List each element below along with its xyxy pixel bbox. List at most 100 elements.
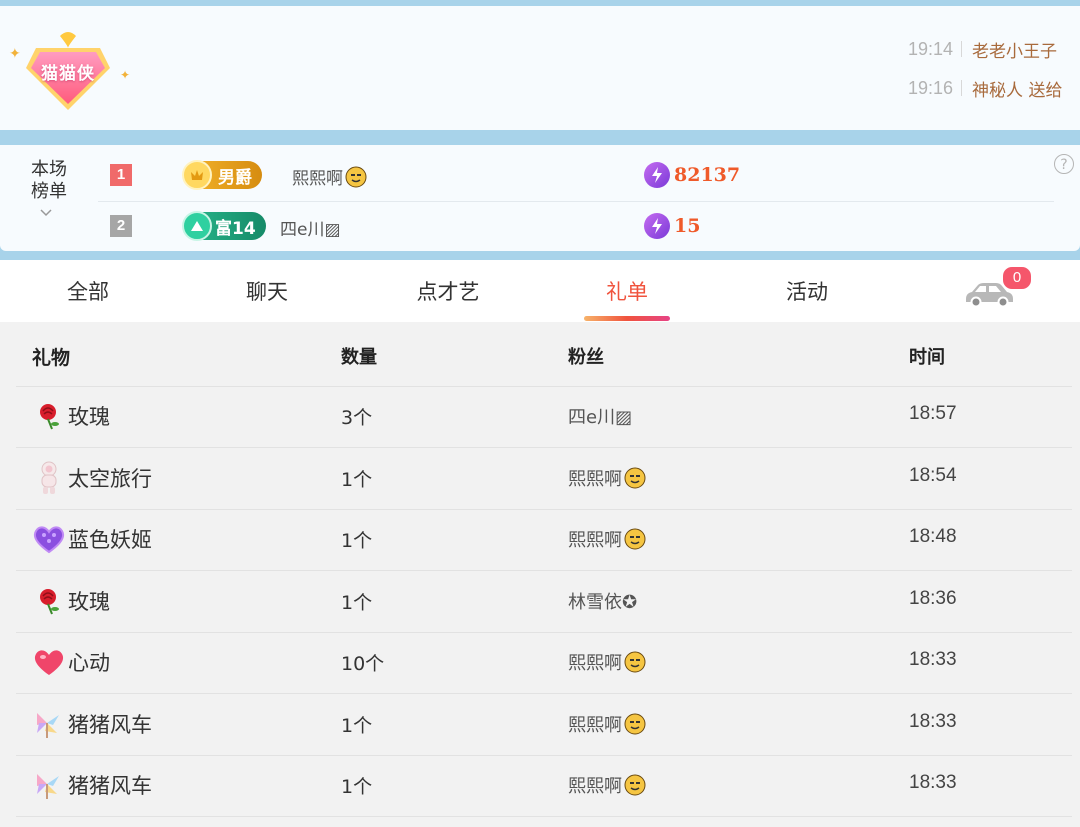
gift-cell: 太空旅行 [16,461,152,495]
separator [961,41,963,57]
fan-name-text: 熙熙啊 [568,468,622,490]
gift-cell: 猪猪风车 [16,707,152,741]
gift-quantity: 3个 [341,407,373,429]
guard-badge[interactable]: 猫猫侠 [20,30,116,114]
gift-quantity: 1个 [341,468,373,491]
column-header-time: 时间 [909,347,945,368]
emoji-face-icon [624,651,646,673]
user-name[interactable]: 四e川▨ [280,215,341,240]
table-header: 礼物 数量 粉丝 时间 [16,322,1072,387]
gift-list: 礼物 数量 粉丝 时间 玫瑰 3个 四e川▨ 18:57 太空旅行 1个 熙熙啊 18:54 蓝… [0,322,1080,827]
gift-name: 玫瑰 [68,589,110,614]
fan-name[interactable]: 熙熙啊 [568,526,646,552]
banner-body: ✦ ✦ 猫猫侠 19:14 老老小王子 19:16 神秘人 送给 [0,6,1080,130]
fan-name-text: 熙熙啊 [568,653,622,674]
astronaut-icon [32,461,66,495]
ranking-row[interactable]: 2 富14 四e川▨ 15 [0,210,1080,244]
table-row[interactable]: 玫瑰 3个 四e川▨ 18:57 [16,386,1072,448]
tab-talent[interactable]: 点才艺 [388,276,508,306]
table-row[interactable]: 猪猪风车 1个 熙熙啊 18:33 [16,694,1072,756]
rank-number: 1 [110,164,132,186]
top-banner: ✦ ✦ 猫猫侠 19:14 老老小王子 19:16 神秘人 送给 [0,0,1080,145]
gift-quantity: 10个 [341,653,385,675]
user-name[interactable]: 熙熙啊 [292,164,367,189]
pinwheel-icon [32,707,66,741]
gift-cell: 玫瑰 [16,399,110,433]
noble-label: 男爵 [218,167,252,188]
chat-message[interactable]: 19:14 老老小王子 [908,34,1057,64]
ranking-panel: 本场榜单 ? 1 男爵 熙熙啊 82137 2 富14 四e川▨ 15 [0,145,1080,251]
gift-time: 18:33 [909,772,957,793]
user-name-text: 四e川▨ [280,220,341,240]
tab-all[interactable]: 全部 [28,276,148,306]
gift-name: 猪猪风车 [68,712,152,737]
gift-name: 猪猪风车 [68,774,152,798]
gift-quantity: 1个 [341,591,373,614]
gift-cell: 猪猪风车 [16,768,152,802]
table-row[interactable]: 玫瑰 1个 林雪依✪ 18:36 [16,571,1072,633]
bolt-icon [644,213,670,239]
score-value: 15 [674,215,701,237]
fan-name[interactable]: 熙熙啊 [568,649,646,675]
fan-name[interactable]: 四e川▨ [568,403,632,429]
rose-icon [32,584,66,618]
rank-number: 2 [110,215,132,237]
gift-cell: 玫瑰 [16,584,110,618]
car-count-badge: 0 [1001,265,1033,291]
message-time: 19:16 [908,77,954,98]
wealth-label: 富14 [215,218,256,239]
badge-label: 猫猫侠 [41,64,95,84]
rose-icon [32,399,66,433]
gift-time: 18:33 [909,649,957,670]
score: 82137 [644,162,740,188]
tab-activity[interactable]: 活动 [747,276,867,306]
fan-name-text: 四e川▨ [568,407,633,428]
gift-name: 心动 [68,651,110,675]
gift-name: 玫瑰 [68,405,110,429]
fan-name-text: 熙熙啊 [568,714,622,736]
fan-name[interactable]: 熙熙啊 [568,772,646,798]
emoji-face-icon [624,528,646,550]
table-row[interactable]: 心动 10个 熙熙啊 18:33 [16,632,1072,694]
gift-time: 18:36 [909,587,957,609]
fan-name[interactable]: 林雪依✪ [568,588,637,614]
separator [961,80,963,96]
gift-time: 18:57 [909,403,957,424]
gift-name: 蓝色妖姬 [68,528,152,552]
fan-name-text: 熙熙啊 [568,530,622,551]
tab-chat[interactable]: 聊天 [207,276,327,306]
column-header-gift: 礼物 [32,347,71,369]
bolt-icon [644,162,670,188]
gift-time: 18:54 [909,464,957,486]
emoji-face-icon [624,713,646,734]
chat-message[interactable]: 19:16 神秘人 送给 [908,73,1062,103]
message-text: 老老小王子 [972,41,1058,62]
score: 15 [644,213,700,239]
triangle-icon [182,211,212,241]
gift-quantity: 1个 [341,714,373,737]
fan-name[interactable]: 熙熙啊 [568,711,646,737]
message-text: 神秘人 送给 [972,80,1063,101]
table-row[interactable]: 猪猪风车 1个 熙熙啊 18:33 [16,755,1072,817]
ranking-row[interactable]: 1 男爵 熙熙啊 82137 [0,159,1080,193]
wealth-badge: 富14 [182,211,266,241]
fan-name-text: 林雪依✪ [568,591,638,613]
divider [98,201,1054,202]
message-time: 19:14 [908,38,954,59]
table-row[interactable]: 太空旅行 1个 熙熙啊 18:54 [16,448,1072,510]
sparkle-icon: ✦ [120,68,131,82]
gift-time: 18:33 [909,710,957,732]
fan-name[interactable]: 熙熙啊 [568,465,646,491]
column-header-quantity: 数量 [341,347,377,368]
noble-badge: 男爵 [182,160,262,190]
score-value: 82137 [674,164,741,186]
gift-quantity: 1个 [341,776,373,798]
user-name-text: 熙熙啊 [292,169,343,189]
fan-name-text: 熙熙啊 [568,776,622,797]
sparkle-icon: ✦ [9,46,21,62]
crown-icon [182,160,212,190]
tab-gift-list[interactable]: 礼单 [567,276,687,306]
tab-bar: 全部 聊天 点才艺 礼单 活动 0 [0,262,1080,322]
gift-quantity: 1个 [341,530,373,552]
table-row[interactable]: 蓝色妖姬 1个 熙熙啊 18:48 [16,509,1072,571]
